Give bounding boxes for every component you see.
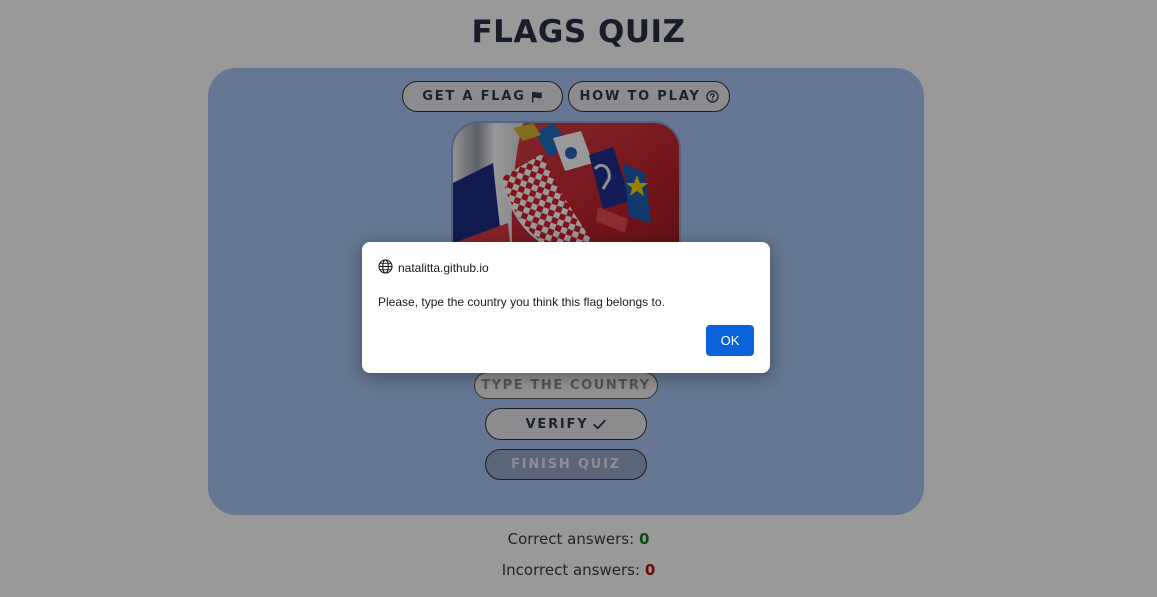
alert-dialog: natalitta.github.io Please, type the cou… xyxy=(362,242,770,373)
page: FLAGS QUIZ GET A FLAG HOW TO PLAY TYPE T… xyxy=(0,0,1157,597)
dialog-message: Please, type the country you think this … xyxy=(378,295,665,309)
dialog-origin: natalitta.github.io xyxy=(378,259,489,277)
ok-button[interactable]: OK xyxy=(706,325,754,356)
dialog-origin-text: natalitta.github.io xyxy=(398,261,489,275)
globe-icon xyxy=(378,259,393,277)
